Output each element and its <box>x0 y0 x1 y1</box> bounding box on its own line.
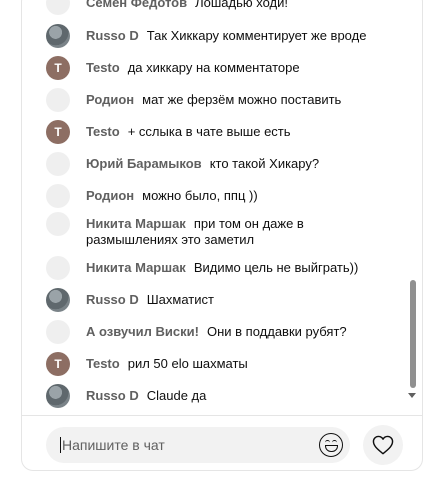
live-chat-panel: Семен Федотов Лошадью ходи! Russo D Так Хи… <box>21 0 423 471</box>
chat-message: Родион можно было, ппц )) <box>46 184 406 208</box>
avatar[interactable] <box>46 24 70 48</box>
avatar-letter: T <box>54 61 62 75</box>
avatar[interactable]: T <box>46 120 70 144</box>
avatar[interactable] <box>46 288 70 312</box>
message-text: Они в поддавки рубят? <box>206 324 347 339</box>
chat-message-list[interactable]: Семен Федотов Лошадью ходи! Russo D Так Хи… <box>22 0 412 415</box>
message-author[interactable]: Родион <box>86 92 134 107</box>
scrollbar-thumb[interactable] <box>410 280 416 388</box>
chat-message: Russo D Так Хиккару комментирует же вроде <box>46 24 406 48</box>
message-author[interactable]: Testo <box>86 356 120 371</box>
chat-message: Юрий Барамыков кто такой Хикару? <box>46 152 406 176</box>
message-text: Шахматист <box>146 292 214 307</box>
avatar[interactable] <box>46 184 70 208</box>
message-text: Так Хиккару комментирует же вроде <box>146 28 367 43</box>
smiley-mouth <box>325 445 338 452</box>
message-author[interactable]: Юрий Барамыков <box>86 156 202 171</box>
text-cursor <box>60 437 61 453</box>
message-text: мат же ферзём можно поставить <box>142 92 342 107</box>
avatar[interactable] <box>46 320 70 344</box>
message-author[interactable]: Testo <box>86 124 120 139</box>
message-author[interactable]: Семен Федотов <box>86 0 187 10</box>
avatar-letter: T <box>54 357 62 371</box>
chat-input[interactable]: Напишите в чат <box>46 427 350 463</box>
chat-message: Семен Федотов Лошадью ходи! <box>46 0 406 15</box>
message-author[interactable]: Russo D <box>86 28 139 43</box>
avatar-letter: T <box>54 125 62 139</box>
smiley-eye <box>325 440 330 443</box>
message-text: кто такой Хикару? <box>209 156 320 171</box>
smiley-eye <box>332 440 337 443</box>
message-text: Claude да <box>146 388 207 403</box>
message-author[interactable]: Никита Маршак <box>86 216 186 231</box>
message-author[interactable]: Testo <box>86 60 120 75</box>
chat-message: T Testo + сслыка в чате выше есть <box>46 120 406 144</box>
message-text: + сслыка в чате выше есть <box>127 124 291 139</box>
message-text: Видимо цель не выйграть)) <box>193 260 359 275</box>
chat-message: T Testo рил 50 elo шахматы <box>46 352 406 376</box>
chat-message: Никита Маршак Видимо цель не выйграть)) <box>46 256 406 280</box>
avatar[interactable]: T <box>46 352 70 376</box>
chat-message: Russo D Шахматист <box>46 288 406 312</box>
message-author[interactable]: Родион <box>86 188 134 203</box>
avatar[interactable] <box>46 152 70 176</box>
message-author[interactable]: Russo D <box>86 388 139 403</box>
chat-message: Russo D Claude да <box>46 384 406 408</box>
chat-message: T Testo да хиккару на комментаторе <box>46 56 406 80</box>
message-text: Лошадью ходи! <box>195 0 288 10</box>
scroll-down-arrow-icon[interactable] <box>408 393 416 398</box>
message-author[interactable]: Russo D <box>86 292 139 307</box>
avatar[interactable] <box>46 212 70 236</box>
avatar[interactable] <box>46 384 70 408</box>
avatar[interactable] <box>46 88 70 112</box>
chat-message: Никита Маршак при том он даже в размышлен… <box>46 212 406 248</box>
chat-scrollbar[interactable] <box>408 0 418 401</box>
heart-icon <box>372 435 394 455</box>
chat-message: А озвучил Виски! Они в поддавки рубят? <box>46 320 406 344</box>
chat-message: Родион мат же ферзём можно поставить <box>46 88 406 112</box>
message-author[interactable]: А озвучил Виски! <box>86 324 199 339</box>
avatar[interactable]: T <box>46 56 70 80</box>
like-button[interactable] <box>363 425 403 465</box>
message-text: да хиккару на комментаторе <box>127 60 300 75</box>
smiley-icon[interactable] <box>319 433 343 457</box>
avatar[interactable] <box>46 256 70 280</box>
message-text: рил 50 elo шахматы <box>127 356 248 371</box>
message-text: можно было, ппц )) <box>142 188 258 203</box>
avatar[interactable] <box>46 0 70 15</box>
message-author[interactable]: Никита Маршак <box>86 260 186 275</box>
chat-input-placeholder: Напишите в чат <box>62 437 165 453</box>
divider <box>22 415 422 416</box>
